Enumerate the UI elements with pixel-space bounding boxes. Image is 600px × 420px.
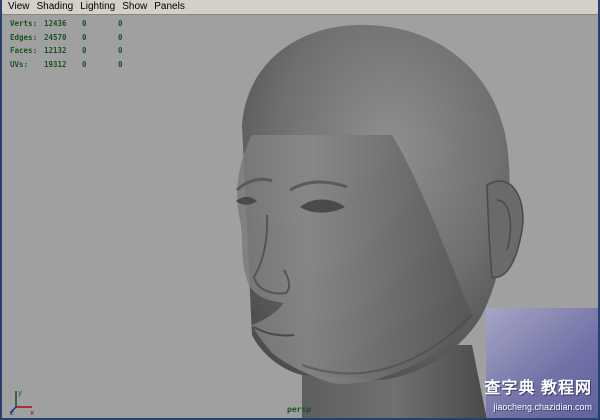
hud-other: 0 <box>118 59 123 69</box>
poly-count-hud: Verts: 12436 0 0 Edges: 24570 0 0 Faces:… <box>10 17 138 71</box>
menu-show[interactable]: Show <box>119 0 151 14</box>
hud-total: 19312 <box>44 59 67 69</box>
menu-view[interactable]: View <box>5 0 34 14</box>
hud-other: 0 <box>118 32 123 42</box>
axis-label-z: z <box>10 409 14 415</box>
hud-selected: 0 <box>82 32 87 42</box>
menu-panels[interactable]: Panels <box>151 0 189 14</box>
watermark-url: jiaocheng.chazidian.com <box>493 402 592 412</box>
menu-shading[interactable]: Shading <box>34 0 78 14</box>
ear-shape <box>486 180 524 278</box>
hud-total: 12436 <box>44 19 67 28</box>
hud-total: 12132 <box>44 46 67 55</box>
hud-other: 0 <box>118 46 123 55</box>
hud-other: 0 <box>118 19 123 28</box>
viewport-menubar: View Shading Lighting Show Panels <box>2 0 598 15</box>
hud-label: Verts: <box>10 19 38 28</box>
hud-total: 24570 <box>44 32 67 42</box>
watermark-text: 查字典 教程网 <box>484 380 592 397</box>
hud-row-faces: Faces: 12132 0 0 <box>10 44 138 58</box>
hud-label: Faces: <box>10 46 38 55</box>
hud-selected: 0 <box>82 46 87 55</box>
camera-name-label: persp <box>287 405 312 414</box>
xyz-axis-icon: y x z <box>9 385 42 418</box>
maya-window: View Shading Lighting Show Panels Verts:… <box>0 0 600 420</box>
hud-label: UVs: <box>10 59 29 69</box>
hud-selected: 0 <box>82 19 87 28</box>
axis-label-y: y <box>18 389 22 397</box>
hud-row-verts: Verts: 12436 0 0 <box>10 17 138 31</box>
hud-row-edges: Edges: 24570 0 0 <box>10 31 138 45</box>
hud-selected: 0 <box>82 59 87 69</box>
axis-label-x: x <box>30 409 34 415</box>
menu-lighting[interactable]: Lighting <box>77 0 119 14</box>
hud-row-uvs: UVs: 19312 0 0 <box>10 58 138 72</box>
hud-label: Edges: <box>10 32 38 42</box>
